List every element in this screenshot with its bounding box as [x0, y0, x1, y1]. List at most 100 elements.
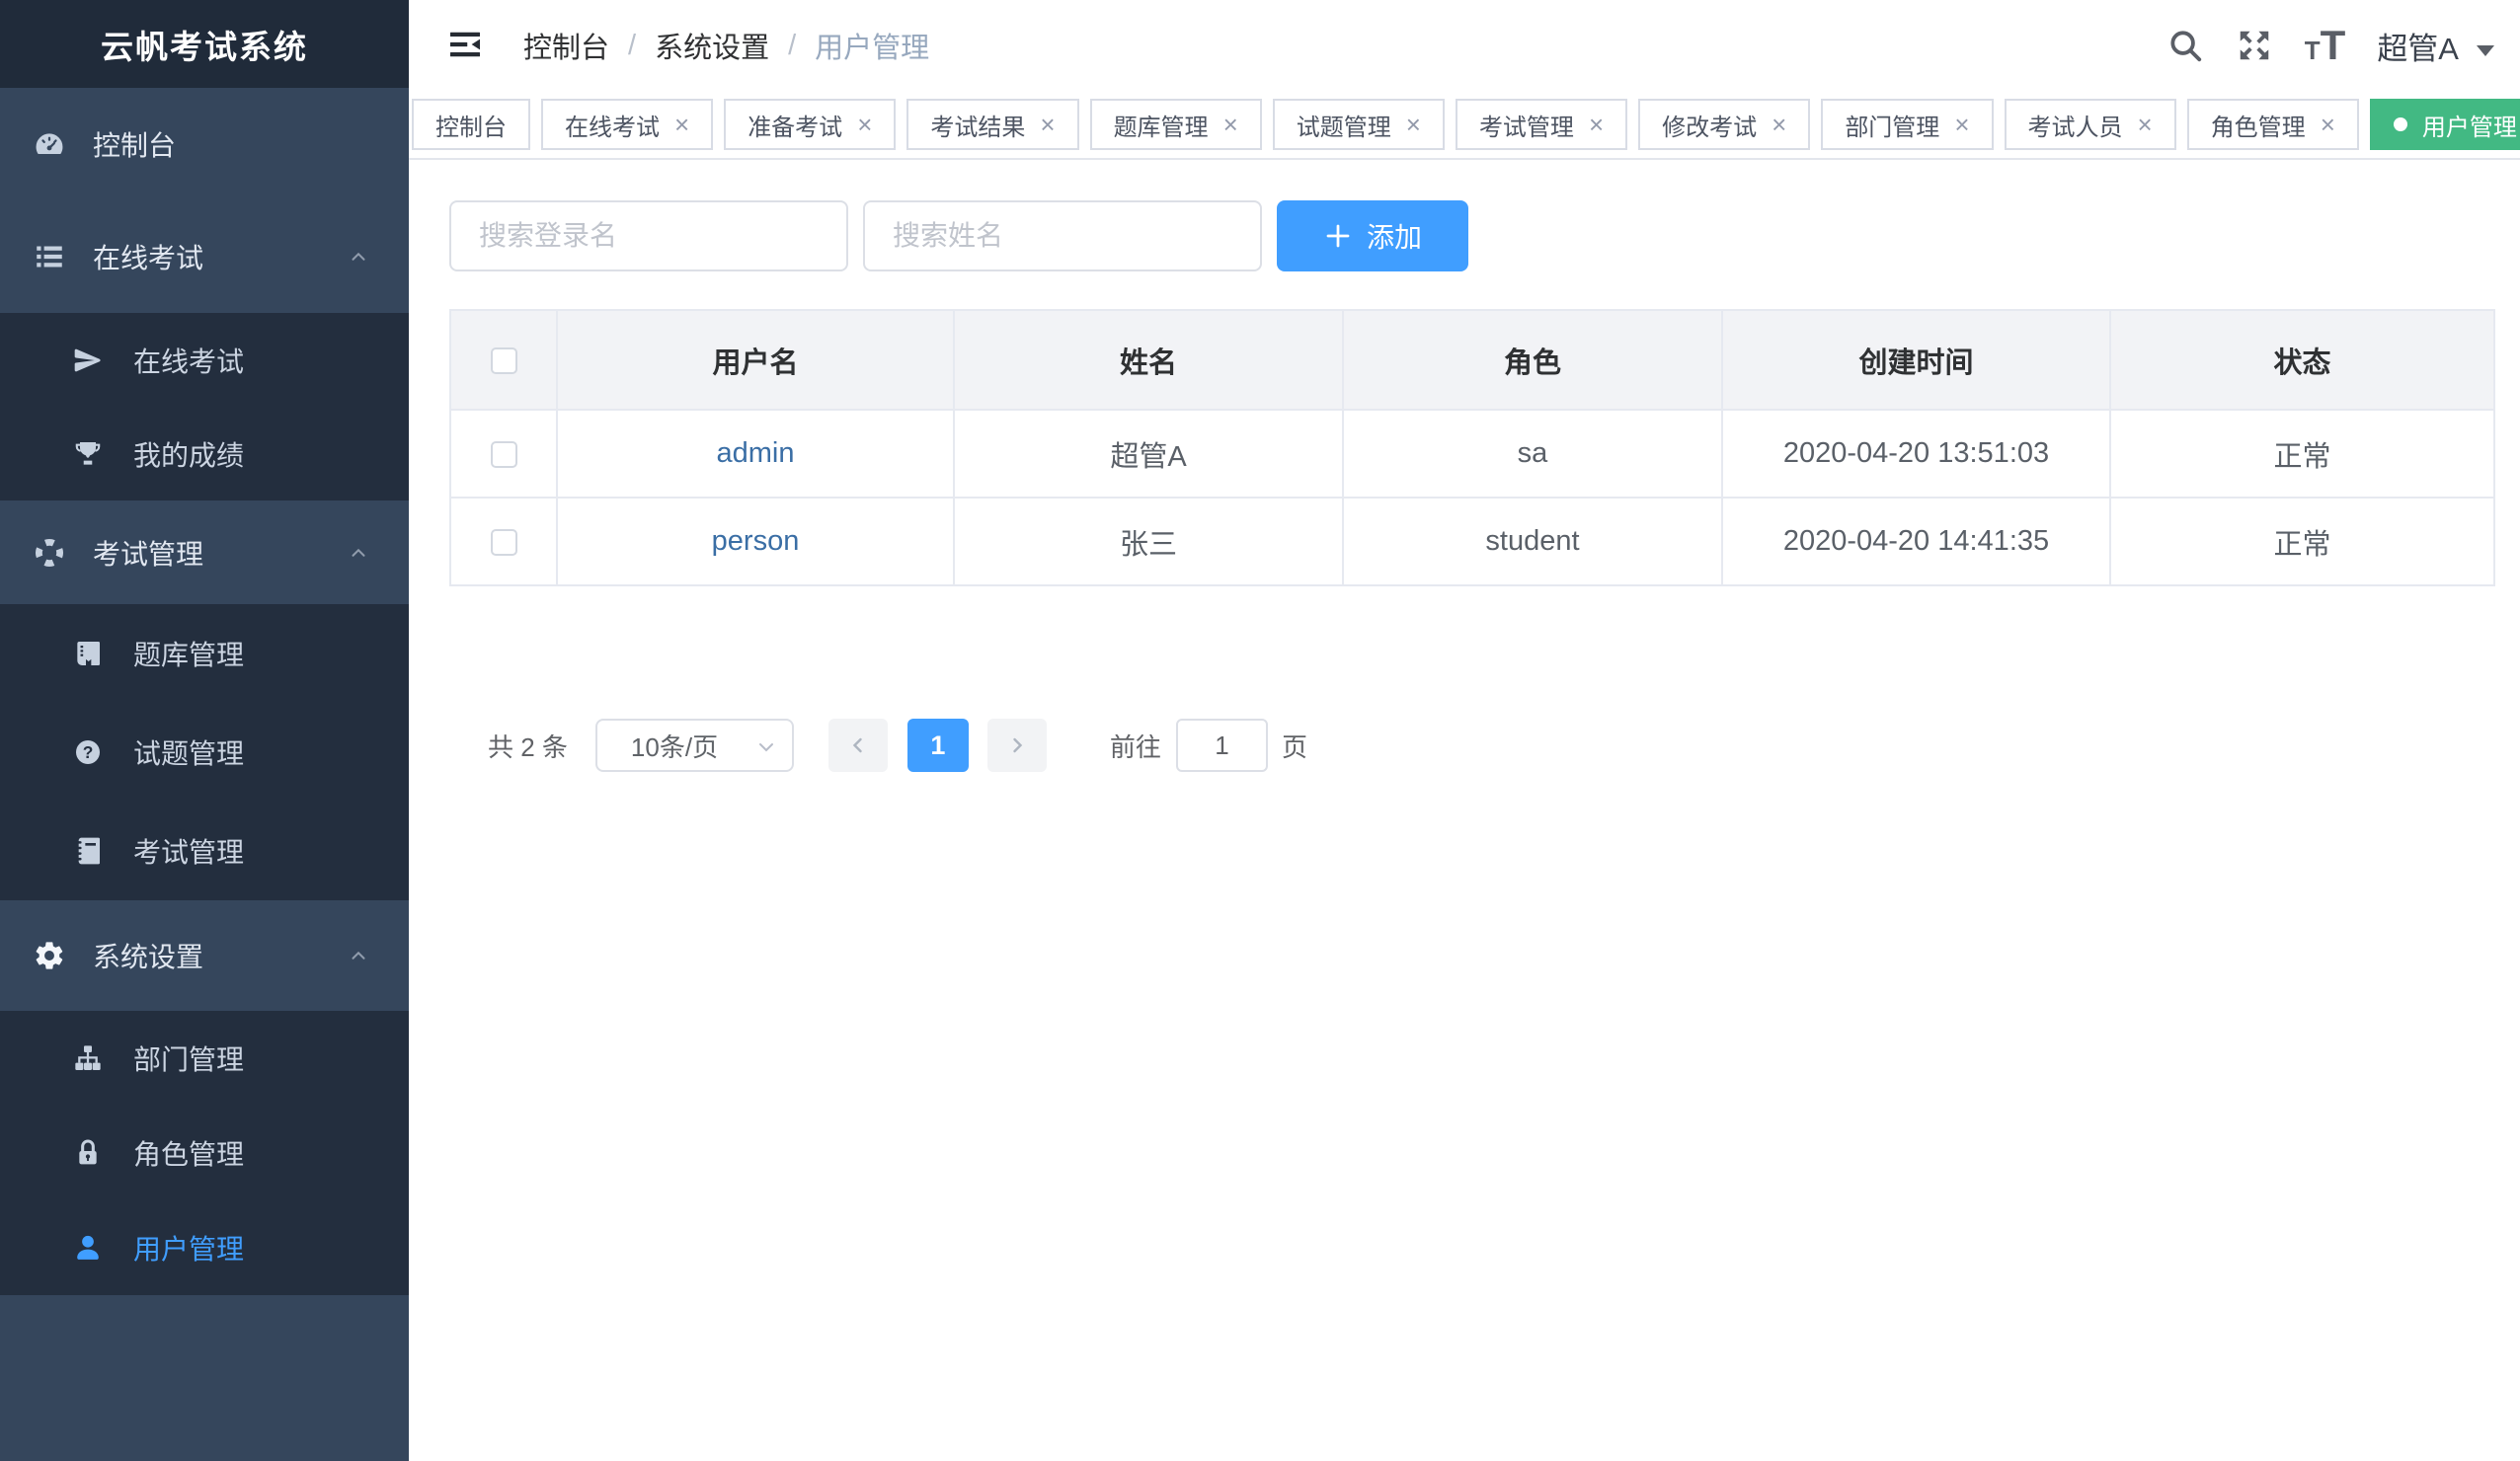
trophy-icon	[72, 438, 104, 470]
sidebar-item-label: 题库管理	[133, 634, 244, 673]
sidebar-item-online-exam[interactable]: 在线考试	[0, 313, 409, 407]
tab-prepare-exam[interactable]: 准备考试×	[724, 99, 896, 150]
breadcrumb-item-dashboard[interactable]: 控制台	[523, 25, 609, 66]
close-icon[interactable]: ×	[1772, 112, 1786, 137]
list-icon	[33, 240, 66, 273]
page-number-button[interactable]: 1	[907, 719, 969, 772]
row-checkbox[interactable]	[491, 529, 517, 556]
col-username: 用户名	[557, 310, 954, 410]
prev-page-button[interactable]	[828, 719, 888, 772]
close-icon[interactable]: ×	[674, 112, 689, 137]
sidebar-group-label: 考试管理	[93, 533, 203, 573]
name-cell: 超管A	[954, 410, 1343, 498]
close-icon[interactable]: ×	[857, 112, 872, 137]
next-page-button[interactable]	[987, 719, 1047, 772]
search-name-input[interactable]	[863, 200, 1262, 271]
sitemap-icon	[72, 1042, 104, 1074]
sidebar-item-label: 部门管理	[133, 1038, 244, 1078]
sidebar: 云帆考试系统 控制台 在线考试 在线考试 我的成绩	[0, 0, 409, 1461]
app-logo-title: 云帆考试系统	[0, 0, 409, 88]
close-icon[interactable]: ×	[1406, 112, 1421, 137]
row-checkbox[interactable]	[491, 441, 517, 468]
tab-question-management[interactable]: 试题管理×	[1273, 99, 1445, 150]
chevron-left-icon	[846, 733, 870, 757]
hamburger-icon[interactable]	[447, 26, 483, 63]
notebook-icon	[72, 835, 104, 867]
chevron-down-icon	[754, 735, 778, 759]
created-cell: 2020-04-20 13:51:03	[1722, 410, 2110, 498]
sidebar-item-label: 控制台	[93, 124, 176, 164]
search-icon[interactable]	[2166, 27, 2204, 64]
close-icon[interactable]: ×	[2321, 112, 2335, 137]
pagination: 共 2 条 10条/页 1 前往 页	[449, 719, 1307, 772]
lock-icon	[72, 1137, 104, 1169]
sidebar-item-label: 我的成绩	[133, 434, 244, 474]
dashboard-icon	[33, 127, 66, 161]
sidebar-item-user-management[interactable]: 用户管理	[0, 1200, 409, 1295]
col-name: 姓名	[954, 310, 1343, 410]
sidebar-group-online-exam[interactable]: 在线考试	[0, 200, 409, 313]
chevron-up-icon	[348, 542, 369, 564]
table-row: admin 超管A sa 2020-04-20 13:51:03 正常	[450, 410, 2494, 498]
fullscreen-icon[interactable]	[2236, 27, 2273, 64]
role-cell: sa	[1343, 410, 1722, 498]
sidebar-item-question-management[interactable]: ? 试题管理	[0, 703, 409, 802]
tab-department-management[interactable]: 部门管理×	[1821, 99, 1993, 150]
tab-edit-exam[interactable]: 修改考试×	[1638, 99, 1810, 150]
sidebar-item-label: 考试管理	[133, 831, 244, 871]
sidebar-item-label: 试题管理	[133, 732, 244, 772]
total-count: 共 2 条	[488, 728, 568, 764]
username-link[interactable]: person	[557, 498, 954, 585]
role-cell: student	[1343, 498, 1722, 585]
page-size-select[interactable]: 10条/页	[595, 719, 794, 772]
close-icon[interactable]: ×	[1954, 112, 1969, 137]
status-cell: 正常	[2110, 498, 2494, 585]
close-icon[interactable]: ×	[2138, 112, 2153, 137]
active-dot	[2394, 117, 2407, 131]
sidebar-item-dashboard[interactable]: 控制台	[0, 88, 409, 200]
book-icon	[72, 638, 104, 669]
tab-online-exam[interactable]: 在线考试×	[541, 99, 713, 150]
tab-user-management[interactable]: 用户管理×	[2370, 99, 2520, 150]
select-all-checkbox[interactable]	[491, 347, 517, 374]
plus-icon	[1323, 221, 1353, 251]
goto-page-input[interactable]	[1176, 719, 1268, 772]
created-cell: 2020-04-20 14:41:35	[1722, 498, 2110, 585]
select-all-cell	[450, 310, 557, 410]
navbar-right: TT 超管A	[2166, 0, 2494, 91]
username-link[interactable]: admin	[557, 410, 954, 498]
main-area: 控制台 / 系统设置 / 用户管理 TT 超管A 控制台 在线考试	[409, 0, 2520, 1461]
sidebar-item-question-bank[interactable]: 题库管理	[0, 604, 409, 703]
sidebar-item-role-management[interactable]: 角色管理	[0, 1106, 409, 1200]
close-icon[interactable]: ×	[1040, 112, 1055, 137]
sidebar-item-exam-management[interactable]: 考试管理	[0, 802, 409, 900]
goto-label: 前往	[1110, 728, 1161, 764]
sidebar-group-label: 系统设置	[93, 936, 203, 975]
sidebar-item-department-management[interactable]: 部门管理	[0, 1011, 409, 1106]
tab-exam-personnel[interactable]: 考试人员×	[2005, 99, 2176, 150]
status-cell: 正常	[2110, 410, 2494, 498]
sidebar-item-my-scores[interactable]: 我的成绩	[0, 407, 409, 500]
tab-exam-management[interactable]: 考试管理×	[1456, 99, 1627, 150]
tab-dashboard[interactable]: 控制台	[412, 99, 530, 150]
page-unit-label: 页	[1282, 728, 1307, 764]
tab-exam-results[interactable]: 考试结果×	[906, 99, 1078, 150]
navbar: 控制台 / 系统设置 / 用户管理 TT 超管A	[409, 0, 2520, 91]
question-circle-icon: ?	[72, 736, 104, 768]
tab-question-bank[interactable]: 题库管理×	[1090, 99, 1262, 150]
breadcrumb-item-system-settings[interactable]: 系统设置	[655, 25, 769, 66]
username: 超管A	[2377, 24, 2459, 68]
breadcrumb-separator: /	[788, 30, 796, 62]
close-icon[interactable]: ×	[1223, 112, 1238, 137]
text-size-icon[interactable]: TT	[2305, 25, 2346, 66]
sidebar-group-system-settings[interactable]: 系统设置	[0, 900, 409, 1011]
sidebar-item-label: 在线考试	[133, 341, 244, 380]
user-dropdown[interactable]: 超管A	[2377, 24, 2494, 68]
search-login-input[interactable]	[449, 200, 848, 271]
tab-role-management[interactable]: 角色管理×	[2187, 99, 2359, 150]
add-user-button[interactable]: 添加	[1277, 200, 1468, 271]
table-row: person 张三 student 2020-04-20 14:41:35 正常	[450, 498, 2494, 585]
sidebar-group-exam-management[interactable]: 考试管理	[0, 500, 409, 604]
chevron-up-icon	[348, 246, 369, 268]
close-icon[interactable]: ×	[1589, 112, 1604, 137]
